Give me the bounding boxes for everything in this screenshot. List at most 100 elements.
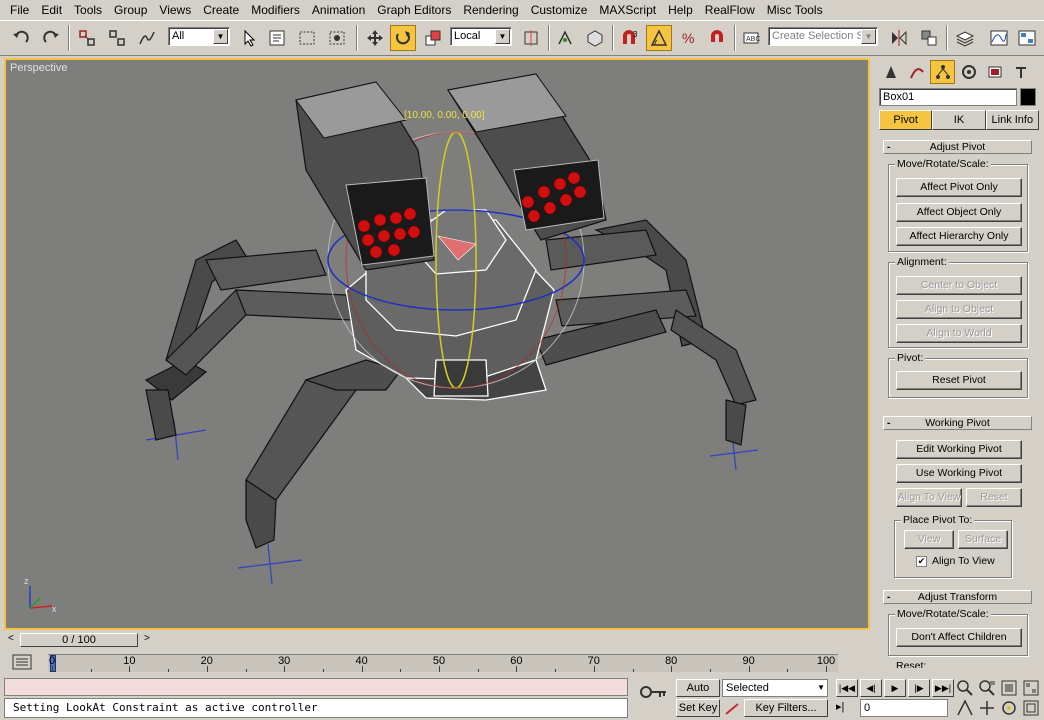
- time-slider[interactable]: 0 / 100 < >: [4, 632, 870, 648]
- layer-manager-icon[interactable]: [952, 25, 978, 51]
- menu-help[interactable]: Help: [662, 0, 699, 20]
- reset-pivot-button[interactable]: Reset Pivot: [896, 371, 1022, 390]
- modify-tab-icon[interactable]: [904, 60, 929, 84]
- maxscript-listener-mini[interactable]: [4, 678, 628, 696]
- align-to-object-button[interactable]: Align to Object: [896, 300, 1022, 319]
- select-object-icon[interactable]: [236, 25, 262, 51]
- angle-snap-icon[interactable]: [646, 25, 672, 51]
- select-by-name-icon[interactable]: [264, 25, 290, 51]
- next-frame-icon[interactable]: |▶: [908, 679, 930, 697]
- menu-file[interactable]: File: [4, 0, 35, 20]
- menu-graph-editors[interactable]: Graph Editors: [371, 0, 457, 20]
- viewport-label[interactable]: Perspective: [10, 62, 67, 74]
- edit-named-selection-icon[interactable]: ABC: [738, 25, 764, 51]
- place-pivot-surface-button[interactable]: Surface: [958, 530, 1008, 549]
- current-frame-field[interactable]: 0: [860, 699, 948, 717]
- pan-view-icon[interactable]: [978, 699, 998, 717]
- play-icon[interactable]: ▶: [884, 679, 906, 697]
- menu-realflow[interactable]: RealFlow: [699, 0, 761, 20]
- create-tab-icon[interactable]: [878, 60, 903, 84]
- tab-ik[interactable]: IK: [932, 110, 986, 130]
- rotate-icon[interactable]: [390, 25, 416, 51]
- key-filters-button[interactable]: Key Filters...: [744, 699, 828, 717]
- menu-maxscript[interactable]: MAXScript: [593, 0, 662, 20]
- unlink-selection-icon[interactable]: [104, 25, 130, 51]
- menu-misc-tools[interactable]: Misc Tools: [761, 0, 829, 20]
- field-of-view-icon[interactable]: [956, 699, 976, 717]
- adjust-pivot-rollout-header[interactable]: - Adjust Pivot: [883, 140, 1032, 154]
- menu-edit[interactable]: Edit: [35, 0, 68, 20]
- zoom-extents-all-icon[interactable]: [1022, 679, 1042, 697]
- utilities-tab-icon[interactable]: [1008, 60, 1033, 84]
- tab-pivot[interactable]: Pivot: [879, 110, 933, 130]
- snaps-toggle-icon[interactable]: 3: [616, 25, 642, 51]
- zoom-all-icon[interactable]: [978, 679, 998, 697]
- set-key-button[interactable]: Set Key: [676, 699, 720, 717]
- select-and-manipulate-icon[interactable]: [552, 25, 578, 51]
- track-bar[interactable]: 0 10 20 30 40 50 60 70 80 90 100: [4, 650, 870, 674]
- selected-dropdown[interactable]: Selected ▼: [722, 679, 828, 697]
- select-and-link-icon[interactable]: [74, 25, 100, 51]
- object-name-field[interactable]: Box01: [879, 88, 1017, 106]
- affect-object-only-button[interactable]: Affect Object Only: [896, 203, 1022, 222]
- menu-animation[interactable]: Animation: [306, 0, 371, 20]
- working-pivot-rollout-header[interactable]: - Working Pivot: [883, 416, 1032, 430]
- spinner-snap-icon[interactable]: [704, 25, 730, 51]
- undo-icon[interactable]: [8, 25, 34, 51]
- menu-tools[interactable]: Tools: [68, 0, 108, 20]
- reset-working-pivot-button[interactable]: Reset: [966, 488, 1022, 507]
- edit-working-pivot-button[interactable]: Edit Working Pivot: [896, 440, 1022, 459]
- menu-customize[interactable]: Customize: [525, 0, 594, 20]
- menu-views[interactable]: Views: [153, 0, 197, 20]
- go-to-start-icon[interactable]: |◀◀: [836, 679, 858, 697]
- center-to-object-button[interactable]: Center to Object: [896, 276, 1022, 295]
- maximize-viewport-icon[interactable]: [1022, 699, 1042, 717]
- scale-icon[interactable]: [420, 25, 446, 51]
- time-slider-thumb[interactable]: 0 / 100: [20, 633, 138, 647]
- menu-rendering[interactable]: Rendering: [457, 0, 524, 20]
- rectangular-selection-icon[interactable]: [294, 25, 320, 51]
- menu-group[interactable]: Group: [108, 0, 153, 20]
- perspective-viewport[interactable]: [10.00, 0.00, 0.00] z x Perspective: [4, 58, 870, 630]
- previous-frame-icon[interactable]: ◀|: [860, 679, 882, 697]
- align-icon[interactable]: [916, 25, 942, 51]
- zoom-icon[interactable]: [956, 679, 976, 697]
- place-pivot-view-button[interactable]: View: [904, 530, 954, 549]
- mini-curve-editor-icon[interactable]: [12, 654, 32, 673]
- object-color-swatch[interactable]: [1020, 88, 1036, 106]
- display-tab-icon[interactable]: [982, 60, 1007, 84]
- dont-affect-children-button[interactable]: Don't Affect Children: [896, 628, 1022, 647]
- affect-pivot-only-button[interactable]: Affect Pivot Only: [896, 178, 1022, 197]
- menu-modifiers[interactable]: Modifiers: [245, 0, 306, 20]
- selection-filter-dropdown[interactable]: All ▼: [168, 27, 230, 46]
- curve-editor-icon[interactable]: [986, 25, 1012, 51]
- mirror-icon[interactable]: [886, 25, 912, 51]
- align-to-world-button[interactable]: Align to World: [896, 324, 1022, 343]
- named-selection-set-dropdown[interactable]: Create Selection Set ▼: [768, 27, 878, 46]
- hierarchy-tab-icon[interactable]: [930, 60, 955, 84]
- bind-to-space-warp-icon[interactable]: [134, 25, 160, 51]
- keyboard-shortcut-override-icon[interactable]: [582, 25, 608, 51]
- prev-frame-icon[interactable]: <: [8, 633, 14, 644]
- align-to-view-button[interactable]: Align To View: [896, 488, 962, 507]
- timeline-track[interactable]: 0 10 20 30 40 50 60 70 80 90 100: [48, 654, 838, 672]
- schematic-view-icon[interactable]: [1014, 25, 1040, 51]
- menu-create[interactable]: Create: [197, 0, 245, 20]
- motion-tab-icon[interactable]: [956, 60, 981, 84]
- set-key-icon[interactable]: [724, 700, 742, 719]
- auto-key-button[interactable]: Auto Key: [676, 679, 720, 710]
- tab-link-info[interactable]: Link Info: [985, 110, 1039, 130]
- reference-coordinate-dropdown[interactable]: Local ▼: [450, 27, 512, 46]
- move-icon[interactable]: [362, 25, 388, 51]
- window-crossing-icon[interactable]: [324, 25, 350, 51]
- zoom-extents-icon[interactable]: [1000, 679, 1020, 697]
- arc-rotate-icon[interactable]: [1000, 699, 1020, 717]
- align-to-view-checkbox[interactable]: ✔: [916, 556, 927, 567]
- use-working-pivot-button[interactable]: Use Working Pivot: [896, 464, 1022, 483]
- percent-snap-icon[interactable]: %: [676, 25, 702, 51]
- key-mode-toggle-icon[interactable]: ▸|: [836, 700, 856, 716]
- next-frame-icon[interactable]: >: [144, 633, 150, 644]
- pivot-center-icon[interactable]: [518, 25, 544, 51]
- redo-icon[interactable]: [38, 25, 64, 51]
- go-to-end-icon[interactable]: ▶▶|: [932, 679, 954, 697]
